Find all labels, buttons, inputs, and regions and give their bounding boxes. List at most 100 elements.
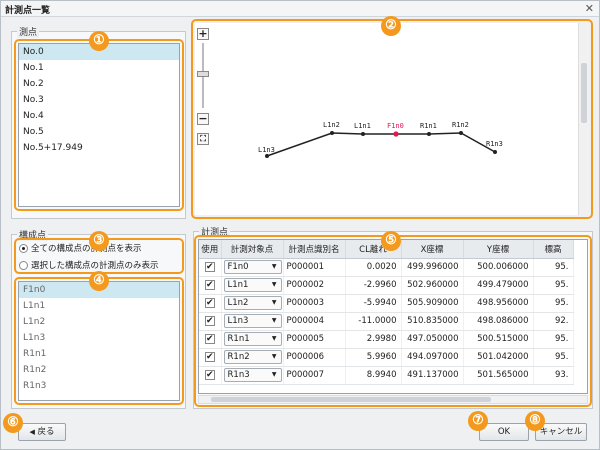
cell-x: 502.960000 bbox=[401, 276, 464, 295]
radio-all-label: 全ての構成点の計測点を表示 bbox=[31, 244, 142, 254]
target-dropdown[interactable]: R1n1 ▼ bbox=[223, 332, 282, 346]
target-dropdown-value: L1n1 bbox=[227, 280, 249, 290]
component-item[interactable]: L1n2 bbox=[19, 314, 179, 330]
chevron-down-icon: ▼ bbox=[271, 371, 277, 378]
callout-badge-1: ① bbox=[89, 31, 109, 51]
back-button-label: 戻る bbox=[37, 427, 55, 437]
table-row[interactable]: ✔ F1n0 ▼ P000001 0.0020 499.996000 500.006000 9… bbox=[199, 258, 574, 277]
target-dropdown-value: R1n2 bbox=[227, 352, 250, 362]
cell-y: 499.479000 bbox=[463, 276, 534, 295]
cell-x: 494.097000 bbox=[401, 348, 464, 367]
cell-cl: -5.9940 bbox=[345, 294, 402, 313]
cell-id: P000005 bbox=[283, 330, 346, 349]
close-icon[interactable]: ✕ bbox=[585, 2, 594, 15]
survey-point-item[interactable]: No.4 bbox=[19, 108, 179, 124]
cell-z: 95. bbox=[533, 276, 574, 295]
survey-point-item[interactable]: No.5+17.949 bbox=[19, 140, 179, 156]
target-dropdown[interactable]: L1n3 ▼ bbox=[223, 314, 282, 328]
radio-all-components[interactable]: 全ての構成点の計測点を表示 bbox=[19, 242, 142, 256]
cell-x: 491.137000 bbox=[401, 366, 464, 385]
table-hscrollbar[interactable] bbox=[198, 395, 588, 404]
table-row[interactable]: ✔ L1n1 ▼ P000002 -2.9960 502.960000 499.479000… bbox=[199, 276, 574, 295]
point-label: F1n0 bbox=[387, 122, 404, 130]
table-row[interactable]: ✔ L1n3 ▼ P000004 -11.0000 510.835000 498.08600… bbox=[199, 312, 574, 331]
measure-table-container: 使用 計測対象点 計測点識別名 CL離れ X座標 Y座標 標高 ✔ F1n0 ▼ P000001 0… bbox=[198, 239, 588, 394]
survey-point-item[interactable]: No.5 bbox=[19, 124, 179, 140]
chevron-down-icon: ▼ bbox=[271, 299, 277, 306]
use-checkbox[interactable]: ✔ bbox=[204, 280, 215, 290]
use-checkbox[interactable]: ✔ bbox=[204, 352, 215, 362]
column-header[interactable]: X座標 bbox=[401, 240, 464, 259]
column-header[interactable]: 標高 bbox=[533, 240, 574, 259]
table-row[interactable]: ✔ R1n2 ▼ P000006 5.9960 494.097000 501.042000 9… bbox=[199, 348, 574, 367]
cell-z: 95. bbox=[533, 348, 574, 367]
callout-badge-3: ③ bbox=[89, 231, 109, 251]
point-marker bbox=[493, 150, 497, 154]
cell-id: P000007 bbox=[283, 366, 346, 385]
cell-z: 95. bbox=[533, 330, 574, 349]
cell-z: 95. bbox=[533, 258, 574, 277]
preview-scrollbar[interactable] bbox=[578, 23, 589, 215]
component-item[interactable]: R1n1 bbox=[19, 346, 179, 362]
survey-points-list[interactable]: No.0 No.1 No.2 No.3 No.4 No.5 No.5+17.949 bbox=[18, 43, 180, 207]
cell-x: 499.996000 bbox=[401, 258, 464, 277]
point-label: R1n3 bbox=[486, 140, 503, 148]
cell-z: 92. bbox=[533, 312, 574, 331]
chevron-down-icon: ▼ bbox=[271, 263, 277, 270]
component-item[interactable]: L1n1 bbox=[19, 298, 179, 314]
target-dropdown[interactable]: F1n0 ▼ bbox=[223, 260, 282, 274]
component-item[interactable]: R1n2 bbox=[19, 362, 179, 378]
table-row[interactable]: ✔ R1n1 ▼ P000005 2.9980 497.050000 500.515000 9… bbox=[199, 330, 574, 349]
back-button[interactable]: ◀ 戻る bbox=[18, 423, 66, 441]
column-header[interactable]: Y座標 bbox=[463, 240, 534, 259]
cell-id: P000004 bbox=[283, 312, 346, 331]
use-checkbox[interactable]: ✔ bbox=[204, 316, 215, 326]
radio-selected-label: 選択した構成点の計測点のみ表示 bbox=[31, 261, 159, 271]
cell-y: 500.515000 bbox=[463, 330, 534, 349]
callout-badge-7: ⑦ bbox=[468, 411, 488, 431]
survey-point-item[interactable]: No.1 bbox=[19, 60, 179, 76]
radio-all-indicator[interactable] bbox=[19, 244, 28, 253]
target-dropdown[interactable]: L1n1 ▼ bbox=[223, 278, 282, 292]
cell-id: P000003 bbox=[283, 294, 346, 313]
chevron-down-icon: ▼ bbox=[271, 281, 277, 288]
back-arrow-icon: ◀ bbox=[29, 428, 35, 436]
callout-badge-2: ② bbox=[381, 16, 401, 36]
column-header[interactable]: 使用 bbox=[199, 240, 222, 259]
cell-y: 501.042000 bbox=[463, 348, 534, 367]
use-checkbox[interactable]: ✔ bbox=[204, 334, 215, 344]
cell-z: 95. bbox=[533, 294, 574, 313]
chevron-down-icon: ▼ bbox=[271, 335, 277, 342]
cell-y: 498.956000 bbox=[463, 294, 534, 313]
table-row[interactable]: ✔ L1n2 ▼ P000003 -5.9940 505.909000 498.956000… bbox=[199, 294, 574, 313]
component-item[interactable]: R1n3 bbox=[19, 378, 179, 394]
chevron-down-icon: ▼ bbox=[271, 317, 277, 324]
cell-cl: -11.0000 bbox=[345, 312, 402, 331]
components-list[interactable]: F1n0 L1n1 L1n2 L1n3 R1n1 R1n2 R1n3 bbox=[18, 281, 180, 401]
target-dropdown-value: R1n3 bbox=[227, 370, 250, 380]
radio-selected-components[interactable]: 選択した構成点の計測点のみ表示 bbox=[19, 259, 159, 273]
target-dropdown-value: F1n0 bbox=[227, 262, 249, 272]
use-checkbox[interactable]: ✔ bbox=[204, 298, 215, 308]
cell-x: 497.050000 bbox=[401, 330, 464, 349]
preview-canvas[interactable]: + − ⛶ L1n3 L1n2 L1n1 F1n0 R1n1 R1n2 R1n3 bbox=[195, 23, 589, 215]
component-item[interactable]: L1n3 bbox=[19, 330, 179, 346]
target-dropdown[interactable]: R1n3 ▼ bbox=[223, 368, 282, 382]
point-marker bbox=[393, 131, 399, 137]
radio-selected-indicator[interactable] bbox=[19, 261, 28, 270]
point-marker bbox=[361, 132, 365, 136]
survey-point-item[interactable]: No.2 bbox=[19, 76, 179, 92]
callout-badge-6: ⑥ bbox=[3, 413, 23, 433]
cell-x: 505.909000 bbox=[401, 294, 464, 313]
cell-y: 501.565000 bbox=[463, 366, 534, 385]
survey-point-item[interactable]: No.3 bbox=[19, 92, 179, 108]
target-dropdown[interactable]: R1n2 ▼ bbox=[223, 350, 282, 364]
target-dropdown[interactable]: L1n2 ▼ bbox=[223, 296, 282, 310]
use-checkbox[interactable]: ✔ bbox=[204, 370, 215, 380]
table-row[interactable]: ✔ R1n3 ▼ P000007 8.9940 491.137000 501.565000 9… bbox=[199, 366, 574, 385]
cell-y: 498.086000 bbox=[463, 312, 534, 331]
use-checkbox[interactable]: ✔ bbox=[204, 262, 215, 272]
column-header[interactable]: 計測点識別名 bbox=[283, 240, 346, 259]
column-header[interactable]: 計測対象点 bbox=[221, 240, 284, 259]
dialog-window: 計測点一覧 ✕ 測点 No.0 No.1 No.2 No.3 No.4 No.5 No.5+… bbox=[0, 0, 600, 450]
